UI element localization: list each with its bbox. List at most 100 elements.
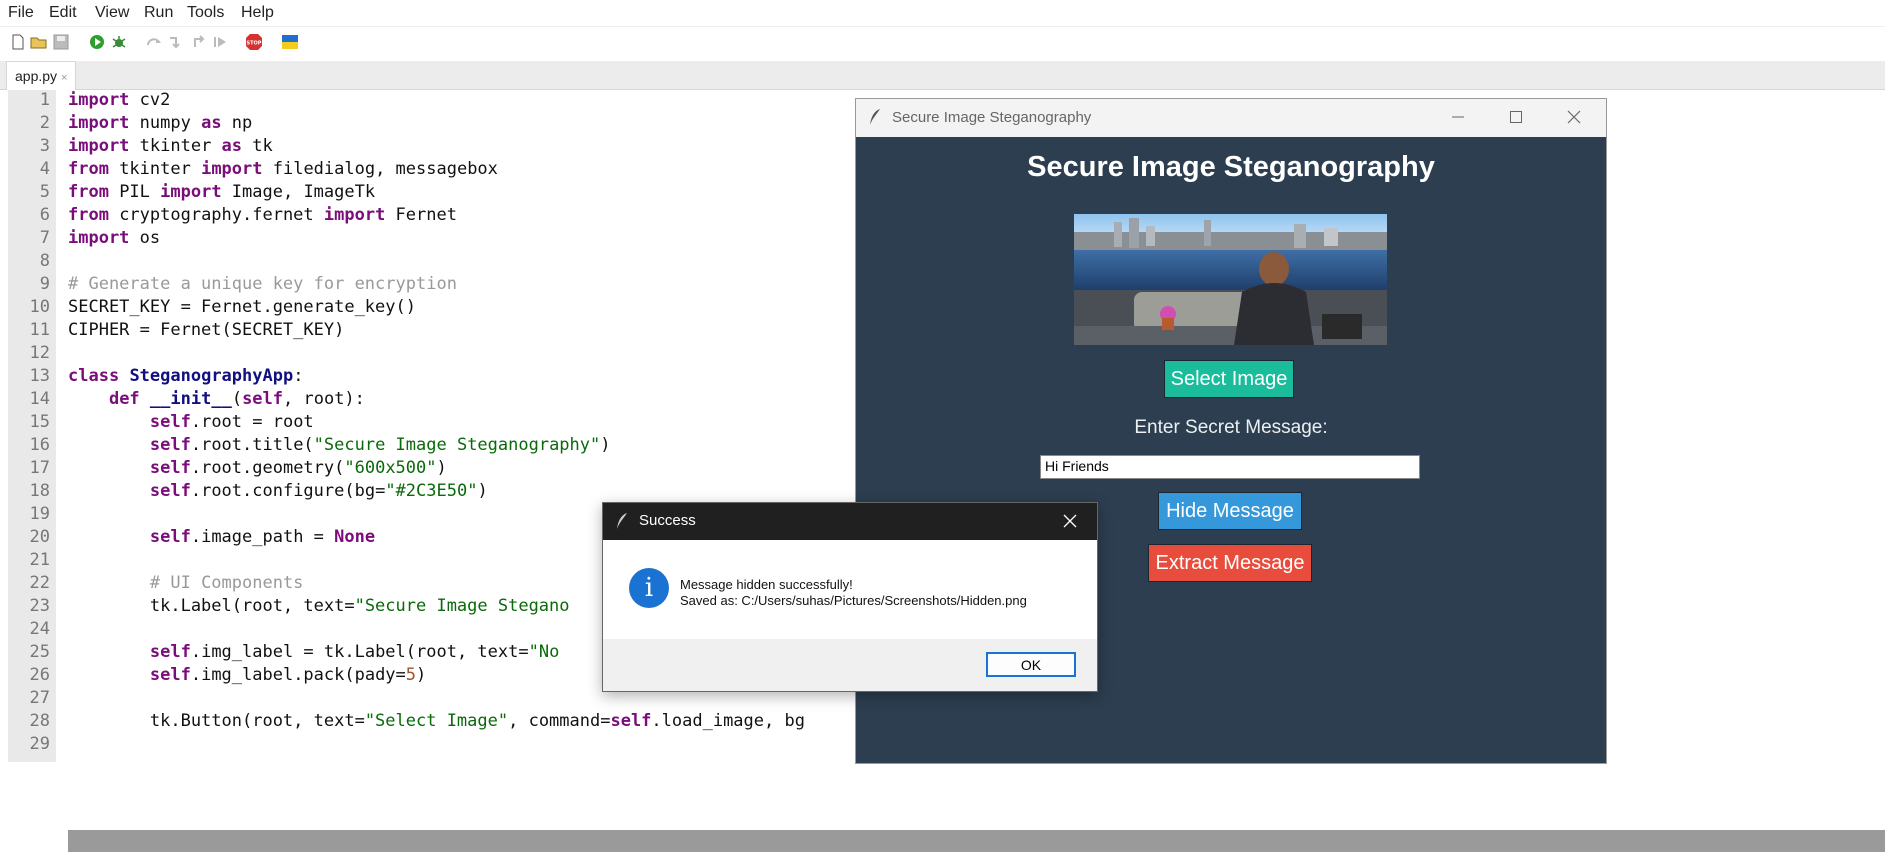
code-line[interactable]: # UI Components — [68, 573, 304, 593]
extract-message-button[interactable]: Extract Message — [1148, 544, 1312, 582]
code-line[interactable]: tk.Label(root, text="Secure Image Stegan… — [68, 596, 570, 616]
dialog-titlebar[interactable]: Success — [603, 503, 1097, 540]
code-line[interactable]: self.image_path = None — [68, 527, 375, 547]
close-icon[interactable] — [1564, 107, 1584, 127]
dialog-close-icon[interactable] — [1063, 512, 1077, 533]
tab-app-py[interactable]: app.py × — [6, 61, 77, 90]
code-token: ) — [477, 481, 488, 501]
code-line[interactable]: import numpy as np — [68, 113, 252, 133]
code-line[interactable]: self.img_label.pack(pady=5) — [68, 665, 426, 685]
image-preview — [1074, 214, 1387, 345]
code-token: , root): — [283, 389, 365, 409]
feather-icon — [615, 512, 629, 534]
step-into-icon[interactable] — [166, 33, 184, 51]
code-line[interactable]: self.root = root — [68, 412, 314, 432]
maximize-icon[interactable] — [1506, 107, 1526, 127]
secret-message-input[interactable]: Hi Friends — [1040, 455, 1420, 479]
code-line[interactable]: from tkinter import filedialog, messageb… — [68, 159, 498, 179]
code-token: from — [68, 205, 109, 225]
menu-view[interactable]: View — [95, 4, 129, 22]
code-token: "No — [528, 642, 570, 662]
code-line[interactable]: tk.Button(root, text="Select Image", com… — [68, 711, 805, 731]
code-token: Image, ImageTk — [221, 182, 376, 202]
code-token: as — [201, 113, 222, 133]
code-token: os — [129, 228, 161, 248]
code-token: class — [68, 366, 120, 386]
tab-label: app.py — [15, 68, 58, 84]
save-icon[interactable] — [52, 33, 70, 51]
code-token: , command= — [508, 711, 611, 731]
code-token: cryptography.fernet — [108, 205, 324, 225]
code-token: ) — [600, 435, 611, 455]
line-number: 9 — [39, 274, 50, 294]
new-file-icon[interactable] — [9, 33, 27, 51]
line-number: 29 — [29, 734, 50, 754]
horizontal-scrollbar[interactable] — [68, 830, 1885, 852]
line-number: 6 — [39, 205, 50, 225]
code-token: self — [149, 435, 191, 455]
code-line[interactable]: self.root.title("Secure Image Steganogra… — [68, 435, 611, 455]
toolbar: STOP — [0, 27, 1885, 57]
line-number: 5 — [39, 182, 50, 202]
code-token: tk.Label(root, text= — [68, 596, 355, 616]
select-image-button[interactable]: Select Image — [1164, 360, 1294, 398]
code-line[interactable]: from cryptography.fernet import Fernet — [68, 205, 457, 225]
code-token: self — [610, 711, 652, 731]
debug-icon[interactable] — [110, 33, 128, 51]
code-line[interactable]: import tkinter as tk — [68, 136, 273, 156]
code-line[interactable]: SECRET_KEY = Fernet.generate_key() — [68, 297, 416, 317]
dialog-title: Success — [639, 512, 696, 529]
hide-message-button[interactable]: Hide Message — [1158, 492, 1302, 530]
code-line[interactable]: self.root.geometry("600x500") — [68, 458, 447, 478]
code-line[interactable]: from PIL import Image, ImageTk — [68, 182, 375, 202]
code-token: import — [68, 113, 130, 133]
code-line[interactable]: import os — [68, 228, 160, 248]
ok-button[interactable]: OK — [986, 652, 1076, 677]
app-titlebar[interactable]: Secure Image Steganography — [856, 99, 1606, 137]
open-file-icon[interactable] — [30, 33, 48, 51]
menu-tools[interactable]: Tools — [187, 4, 224, 22]
stop-icon[interactable]: STOP — [245, 33, 263, 51]
tab-close-icon[interactable]: × — [61, 72, 67, 84]
menu-edit[interactable]: Edit — [49, 4, 77, 22]
code-line[interactable]: self.img_label = tk.Label(root, text="No — [68, 642, 570, 662]
code-token: PIL — [108, 182, 161, 202]
code-token: .image_path = — [190, 527, 335, 547]
dialog-body: i Message hidden successfully! Saved as:… — [603, 540, 1097, 639]
code-token: # UI Components — [149, 573, 304, 593]
step-out-icon[interactable] — [190, 33, 208, 51]
code-token: import — [201, 159, 263, 179]
minimize-icon[interactable] — [1448, 107, 1468, 127]
code-line[interactable]: def __init__(self, root): — [68, 389, 365, 409]
info-icon: i — [629, 568, 669, 608]
line-number: 20 — [29, 527, 50, 547]
code-token: .img_label.pack(pady= — [190, 665, 406, 685]
code-token: numpy — [129, 113, 202, 133]
resume-icon[interactable] — [211, 33, 229, 51]
code-line[interactable]: class SteganographyApp: — [68, 366, 303, 386]
menu-run[interactable]: Run — [144, 4, 173, 22]
line-number: 11 — [29, 320, 50, 340]
line-number: 16 — [29, 435, 50, 455]
code-line[interactable]: # Generate a unique key for encryption — [68, 274, 457, 294]
run-icon[interactable] — [88, 33, 106, 51]
code-token: ) — [416, 665, 427, 685]
line-number: 25 — [29, 642, 50, 662]
code-line[interactable]: import cv2 — [68, 90, 170, 110]
step-over-icon[interactable] — [145, 33, 163, 51]
line-number-gutter: 1 2 3 4 5 6 7 8 9 10 11 12 13 14 15 16 17 18 19 20 21 22 23 24 2… — [8, 90, 56, 762]
menu-help[interactable]: Help — [241, 4, 274, 22]
code-token: tk — [242, 136, 273, 156]
code-token: import — [68, 90, 130, 110]
code-line[interactable]: CIPHER = Fernet(SECRET_KEY) — [68, 320, 344, 340]
code-line[interactable]: self.root.configure(bg="#2C3E50") — [68, 481, 488, 501]
code-token: SECRET_KEY = Fernet.generate_key() — [68, 297, 416, 317]
code-token: filedialog, messagebox — [262, 159, 498, 179]
code-token: .load_image, bg — [651, 711, 805, 731]
menu-file[interactable]: File — [8, 4, 34, 22]
